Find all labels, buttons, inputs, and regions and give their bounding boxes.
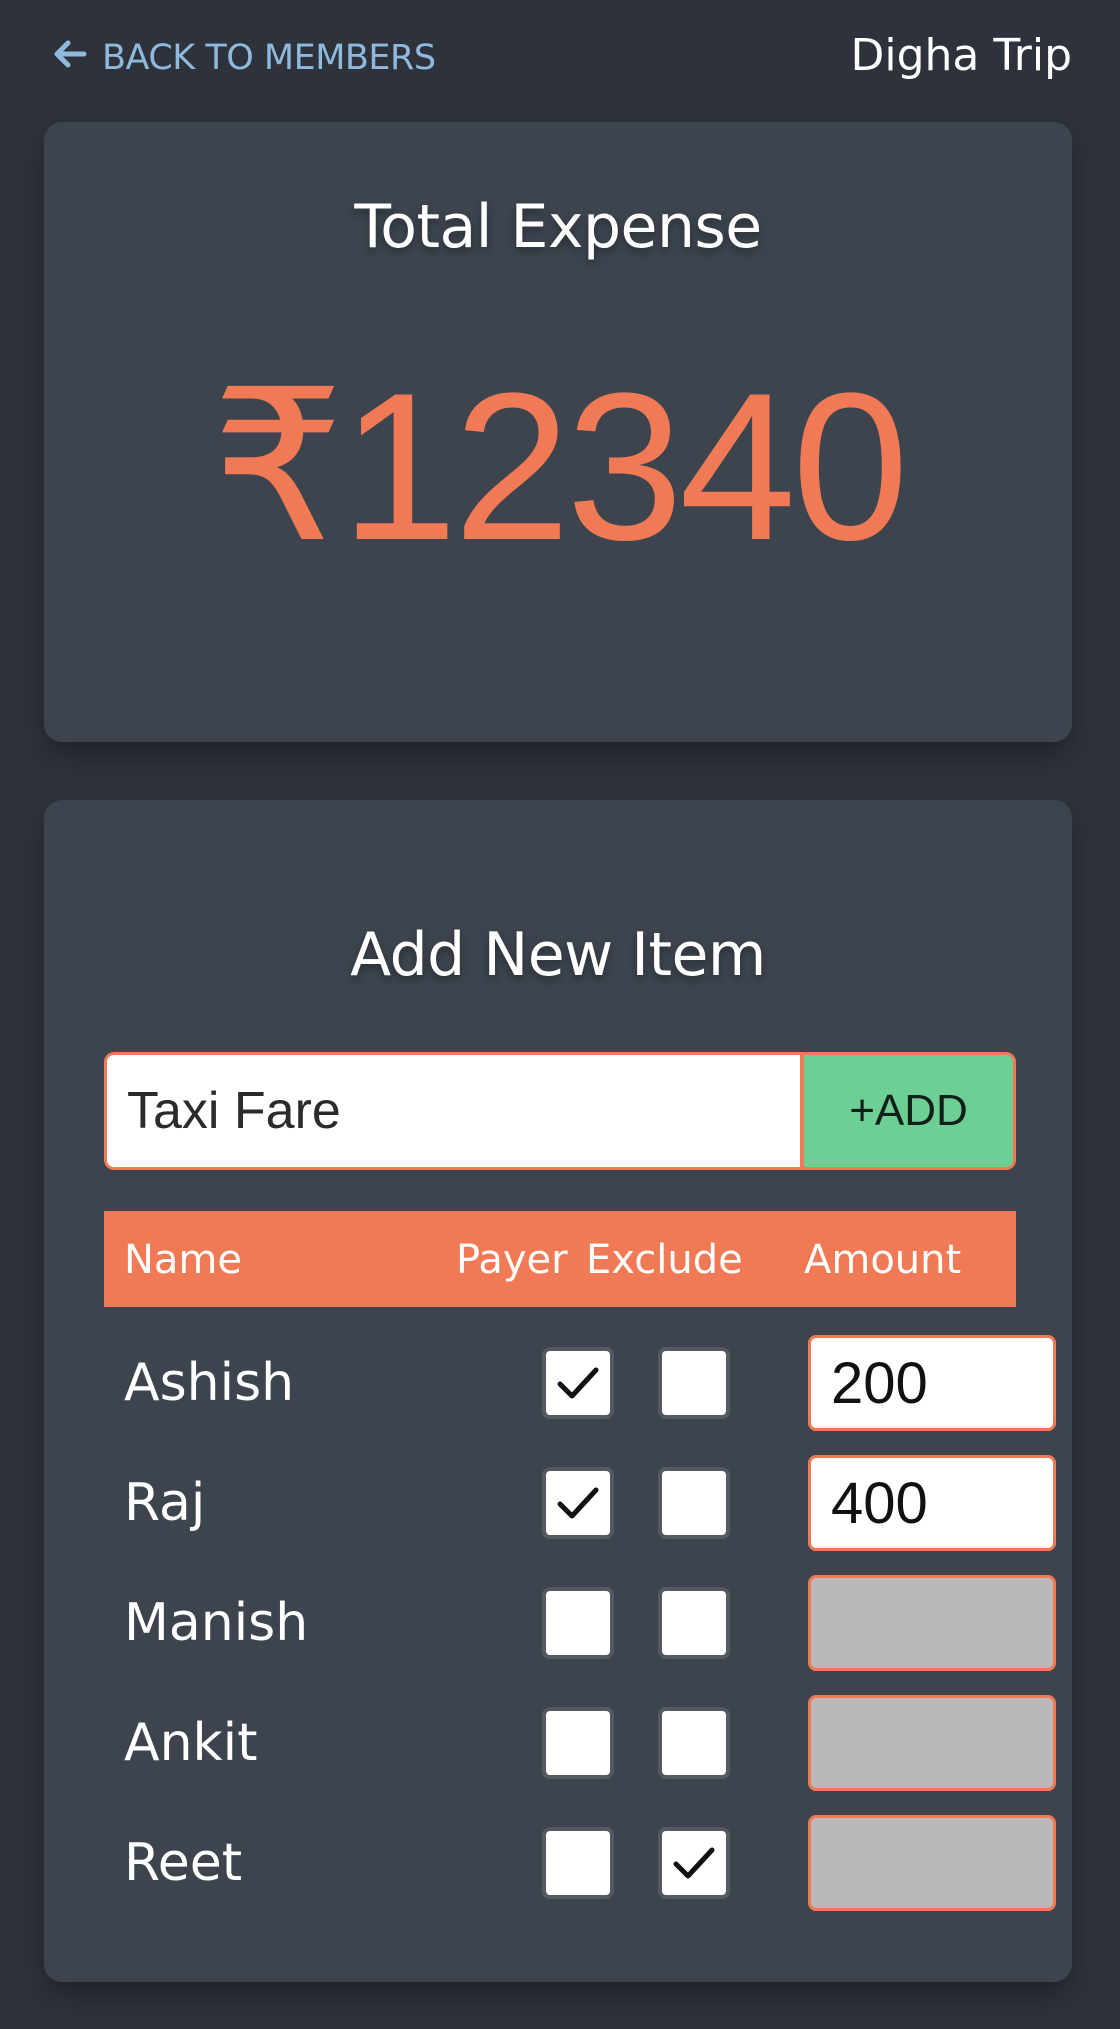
- members-table-header: Name Payer Exclude Amount: [104, 1211, 1016, 1307]
- amount-input[interactable]: [808, 1335, 1056, 1431]
- amount-input[interactable]: [808, 1815, 1056, 1911]
- member-row: Manish: [104, 1575, 1056, 1671]
- total-expense-title: Total Expense: [354, 192, 762, 262]
- total-expense-card: Total Expense ₹12340: [44, 122, 1072, 742]
- total-expense-amount: ₹12340: [211, 349, 909, 584]
- payer-checkbox[interactable]: [542, 1827, 614, 1899]
- amount-input[interactable]: [808, 1695, 1056, 1791]
- member-name: Manish: [124, 1593, 309, 1653]
- amount-input[interactable]: [808, 1455, 1056, 1551]
- back-link-label: Back to Members: [102, 38, 436, 78]
- top-bar: Back to Members Digha Trip: [0, 0, 1120, 116]
- checkmark-icon: [673, 1847, 715, 1879]
- checkmark-icon: [557, 1367, 599, 1399]
- column-header-name: Name: [124, 1237, 243, 1283]
- exclude-checkbox[interactable]: [658, 1467, 730, 1539]
- payer-checkbox[interactable]: [542, 1347, 614, 1419]
- exclude-checkbox[interactable]: [658, 1587, 730, 1659]
- column-header-payer: Payer: [456, 1237, 568, 1283]
- column-header-amount: Amount: [804, 1237, 962, 1283]
- arrow-left-icon: [50, 34, 90, 83]
- add-item-button[interactable]: +ADD: [800, 1052, 1016, 1170]
- amount-input[interactable]: [808, 1575, 1056, 1671]
- add-item-title: Add New Item: [350, 920, 766, 990]
- column-header-exclude: Exclude: [586, 1237, 743, 1283]
- member-row: Reet: [104, 1815, 1056, 1911]
- member-row: Ashish: [104, 1335, 1056, 1431]
- payer-checkbox[interactable]: [542, 1707, 614, 1779]
- member-name: Ashish: [124, 1353, 295, 1413]
- exclude-checkbox[interactable]: [658, 1827, 730, 1899]
- exclude-checkbox[interactable]: [658, 1707, 730, 1779]
- exclude-checkbox[interactable]: [658, 1347, 730, 1419]
- item-name-input[interactable]: [104, 1052, 800, 1170]
- item-entry-row: +ADD: [104, 1052, 1016, 1170]
- payer-checkbox[interactable]: [542, 1467, 614, 1539]
- member-name: Ankit: [124, 1713, 258, 1773]
- member-name: Reet: [124, 1833, 243, 1893]
- add-item-card: Add New Item +ADD Name Payer Exclude Amo…: [44, 800, 1072, 1982]
- member-name: Raj: [124, 1473, 206, 1533]
- member-row: Ankit: [104, 1695, 1056, 1791]
- checkmark-icon: [557, 1487, 599, 1519]
- back-to-members-link[interactable]: Back to Members: [50, 34, 436, 82]
- payer-checkbox[interactable]: [542, 1587, 614, 1659]
- trip-title: Digha Trip: [850, 30, 1072, 81]
- member-row: Raj: [104, 1455, 1056, 1551]
